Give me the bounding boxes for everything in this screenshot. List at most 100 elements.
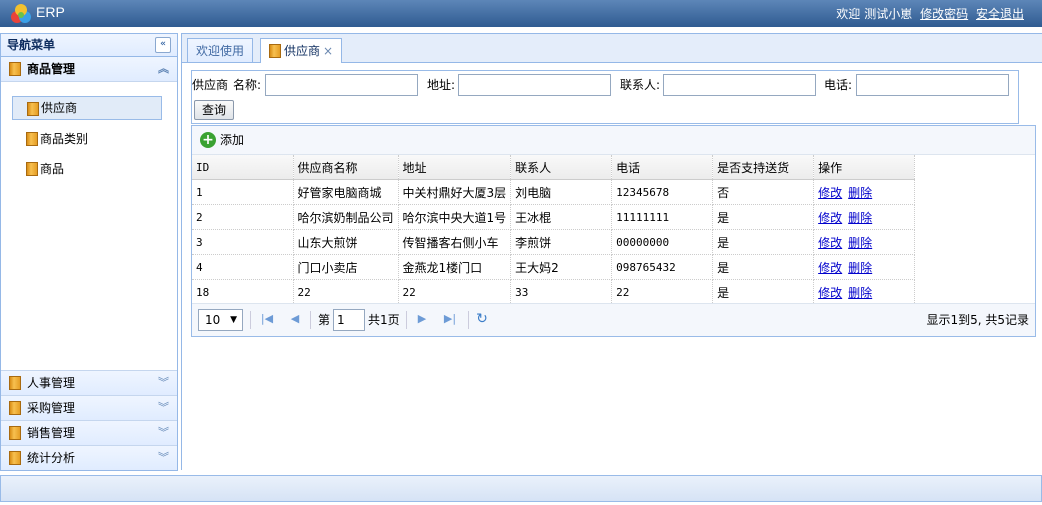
folder-icon <box>27 102 39 116</box>
chevron-up-icon[interactable]: ︽ <box>158 57 169 81</box>
delete-link[interactable]: 删除 <box>848 286 872 300</box>
chevron-down-icon[interactable]: ︾ <box>158 396 169 420</box>
next-page-icon[interactable]: ▶ <box>414 311 430 327</box>
table-header-row: ID 供应商名称 地址 联系人 电话 是否支持送货 操作 <box>192 155 916 180</box>
cell-address: 传智播客右侧小车 <box>398 229 512 255</box>
accordion-statistics[interactable]: 统计分析 ︾ <box>1 446 177 470</box>
cell-delivery: 否 <box>712 179 815 205</box>
table-row[interactable]: 18 22 22 33 22 是 修改 删除 <box>192 279 916 305</box>
chevron-down-icon[interactable]: ︾ <box>158 421 169 445</box>
tree-item-label: 商品 <box>40 162 65 176</box>
tree-item-goods-category[interactable]: 商品类别 <box>12 127 162 151</box>
accordion-label: 人事管理 <box>27 376 76 390</box>
page-number-input[interactable]: 1 <box>333 309 365 331</box>
delete-link[interactable]: 删除 <box>848 186 872 200</box>
first-page-icon[interactable]: |◀ <box>259 311 275 327</box>
cell-supplier-name: 山东大煎饼 <box>293 229 399 255</box>
cell-delivery: 是 <box>712 204 815 230</box>
page-size-select[interactable]: 10 ▼ <box>198 309 243 331</box>
column-header-phone[interactable]: 电话 <box>611 155 714 180</box>
column-header-contact[interactable]: 联系人 <box>510 155 613 180</box>
logout-link[interactable]: 安全退出 <box>976 7 1024 21</box>
accordion-purchase-management[interactable]: 采购管理 ︾ <box>1 396 177 421</box>
grid-toolbar: + 添加 <box>192 126 1035 155</box>
change-password-link[interactable]: 修改密码 <box>920 7 968 21</box>
chevron-down-icon[interactable]: ︾ <box>158 446 169 470</box>
goods-menu-tree: 供应商 商品类别 商品 <box>1 82 177 352</box>
table-row[interactable]: 2 哈尔滨奶制品公司 哈尔滨中央大道1号 王冰棍 11111111 是 修改 删除 <box>192 204 916 230</box>
edit-link[interactable]: 修改 <box>818 186 842 200</box>
cell-delivery: 是 <box>712 229 815 255</box>
app-logo-icon <box>11 4 31 23</box>
chevron-down-icon[interactable]: ︾ <box>158 371 169 395</box>
search-prefix: 供应商 <box>192 78 229 92</box>
cell-actions: 修改 删除 <box>813 179 916 205</box>
table-row[interactable]: 1 好管家电脑商城 中关村鼎好大厦3层 刘电脑 12345678 否 修改 删除 <box>192 179 916 205</box>
cell-id: 2 <box>192 204 294 230</box>
pagination-bar: 10 ▼ |◀ ◀ 第 1 共1页 ▶ ▶| ↻ 显示1到5, 共5记录 <box>192 303 1035 336</box>
edit-link[interactable]: 修改 <box>818 261 842 275</box>
cell-actions: 修改 删除 <box>813 229 916 255</box>
add-icon: + <box>200 132 216 148</box>
last-page-icon[interactable]: ▶| <box>442 311 458 327</box>
folder-icon <box>26 162 38 176</box>
edit-link[interactable]: 修改 <box>818 236 842 250</box>
table-row[interactable]: 4 门口小卖店 金燕龙1楼门口 王大妈2 098765432 是 修改 删除 <box>192 254 916 280</box>
folder-icon <box>26 132 38 146</box>
collapsed-accordions: 人事管理 ︾ 采购管理 ︾ 销售管理 ︾ 统计分析 ︾ <box>1 370 177 470</box>
cell-phone: 098765432 <box>611 254 714 280</box>
edit-link[interactable]: 修改 <box>818 211 842 225</box>
column-header-delivery[interactable]: 是否支持送货 <box>712 155 815 180</box>
accordion-label: 商品管理 <box>27 62 76 76</box>
delete-link[interactable]: 删除 <box>848 261 872 275</box>
pager-info: 显示1到5, 共5记录 <box>926 313 1029 327</box>
column-header-id[interactable]: ID <box>192 155 294 180</box>
cell-contact: 王冰棍 <box>510 204 613 230</box>
cell-contact: 33 <box>510 279 613 305</box>
accordion-label: 销售管理 <box>27 426 76 440</box>
address-label: 地址: <box>427 78 456 92</box>
contact-input[interactable] <box>663 74 816 96</box>
delete-link[interactable]: 删除 <box>848 211 872 225</box>
main-content: 欢迎使用 供应商× 供应商 名称: 地址: 联系人: 电话: 查询 + 添加 <box>181 33 1042 470</box>
tab-supplier[interactable]: 供应商 × <box>260 38 343 63</box>
cell-address: 22 <box>398 279 512 305</box>
accordion-hr-management[interactable]: 人事管理 ︾ <box>1 370 177 396</box>
cell-contact: 刘电脑 <box>510 179 613 205</box>
cell-phone: 11111111 <box>611 204 714 230</box>
tree-item-supplier[interactable]: 供应商 <box>12 96 162 120</box>
cell-supplier-name: 好管家电脑商城 <box>293 179 399 205</box>
add-button[interactable]: + 添加 <box>200 132 244 150</box>
page-prefix: 第 <box>318 313 331 327</box>
tab-welcome[interactable]: 欢迎使用 <box>187 38 254 62</box>
tree-item-label: 商品类别 <box>40 132 89 146</box>
cell-phone: 22 <box>611 279 714 305</box>
cell-delivery: 是 <box>712 279 815 305</box>
cell-address: 金燕龙1楼门口 <box>398 254 512 280</box>
cell-id: 18 <box>192 279 294 305</box>
dropdown-caret-icon: ▼ <box>230 315 237 325</box>
name-label: 名称: <box>233 78 262 92</box>
tab-bar: 欢迎使用 供应商 × <box>182 34 1042 63</box>
delete-link[interactable]: 删除 <box>848 236 872 250</box>
welcome-text: 欢迎 <box>836 7 861 21</box>
user-name: 测试小崽 <box>864 7 913 21</box>
query-button[interactable]: 查询 <box>194 100 234 120</box>
collapse-left-icon[interactable]: « <box>155 37 171 53</box>
table-row[interactable]: 3 山东大煎饼 传智播客右侧小车 李煎饼 00000000 是 修改 删除 <box>192 229 916 255</box>
app-title: ERP <box>36 4 65 20</box>
accordion-sales-management[interactable]: 销售管理 ︾ <box>1 421 177 446</box>
prev-page-icon[interactable]: ◀ <box>287 311 303 327</box>
phone-input[interactable] <box>856 74 1009 96</box>
edit-link[interactable]: 修改 <box>818 286 842 300</box>
accordion-label: 采购管理 <box>27 401 76 415</box>
tree-item-goods[interactable]: 商品 <box>12 157 162 181</box>
address-input[interactable] <box>458 74 611 96</box>
column-header-address[interactable]: 地址 <box>398 155 512 180</box>
refresh-icon[interactable]: ↻ <box>474 311 490 327</box>
close-icon[interactable]: × <box>323 44 333 58</box>
column-header-supplier-name[interactable]: 供应商名称 <box>293 155 399 180</box>
accordion-goods-management[interactable]: 商品管理 ︽ <box>1 57 177 82</box>
name-input[interactable] <box>265 74 418 96</box>
tab-label: 供应商 <box>284 44 321 58</box>
